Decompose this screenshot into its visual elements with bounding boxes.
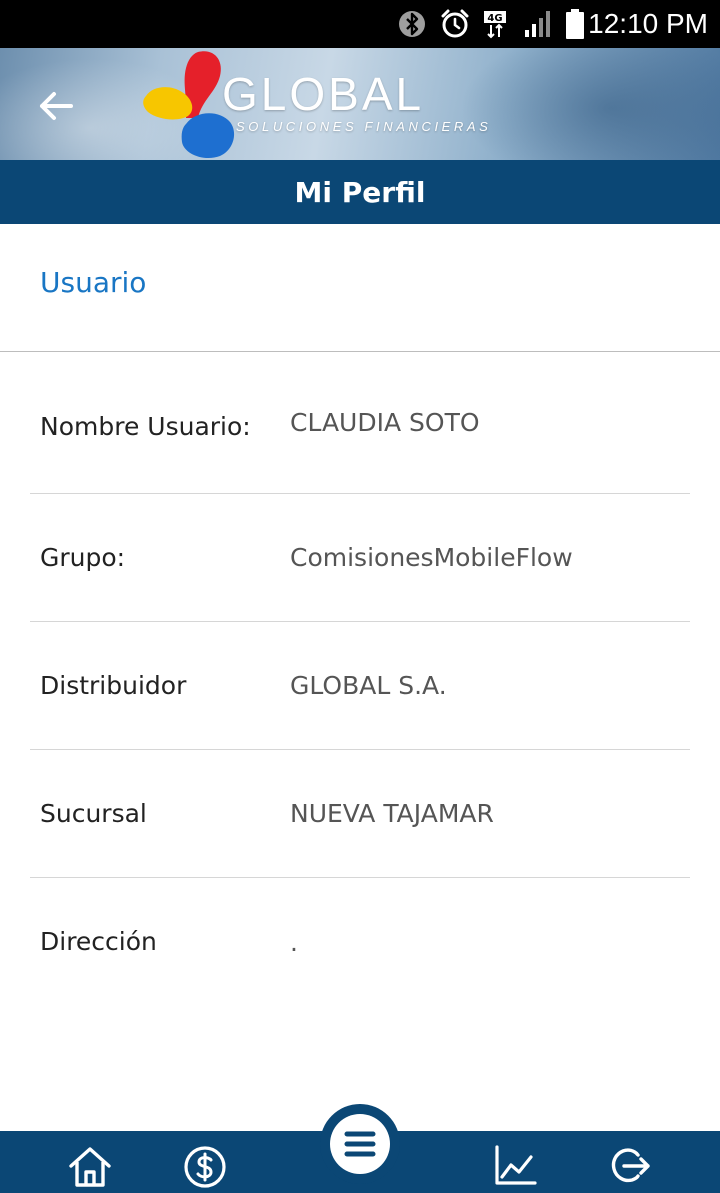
network-4g-icon: 4G <box>484 8 510 40</box>
row-label: Sucursal <box>40 798 147 828</box>
status-bar: 4G 12:10 PM <box>0 0 720 48</box>
section-header: Usuario <box>0 224 720 352</box>
row-value: CLAUDIA SOTO <box>290 408 480 437</box>
section-label-usuario: Usuario <box>40 266 147 299</box>
logout-icon <box>611 1148 650 1183</box>
status-icons: 4G <box>398 8 584 40</box>
status-time: 12:10 PM <box>588 8 708 39</box>
logo-tagline: SOLUCIONES FINANCIERAS <box>236 119 492 134</box>
row-value: NUEVA TAJAMAR <box>290 799 494 828</box>
profile-row-sucursal: Sucursal NUEVA TAJAMAR <box>30 750 690 878</box>
profile-list: Nombre Usuario: CLAUDIA SOTO Grupo: Comi… <box>30 352 690 1006</box>
logo-wordmark: GLOBAL <box>222 68 425 120</box>
nav-chart-button[interactable] <box>485 1145 545 1193</box>
title-bar: Mi Perfil <box>0 160 720 224</box>
row-value: GLOBAL S.A. <box>290 671 447 700</box>
home-icon <box>69 1147 111 1187</box>
menu-fab-button[interactable] <box>320 1104 400 1184</box>
nav-dollar-button[interactable] <box>175 1145 235 1193</box>
arrow-left-icon <box>40 92 73 120</box>
row-label: Grupo: <box>40 542 126 572</box>
profile-row-direccion: Dirección . <box>30 878 690 1006</box>
signal-icon <box>524 8 552 40</box>
row-label: Nombre Usuario: <box>40 411 251 441</box>
row-label: Distribuidor <box>40 670 187 700</box>
profile-row-distribuidor: Distribuidor GLOBAL S.A. <box>30 622 690 750</box>
svg-text:4G: 4G <box>487 13 502 24</box>
profile-row-nombre-usuario: Nombre Usuario: CLAUDIA SOTO <box>30 352 690 494</box>
bluetooth-icon <box>398 8 426 40</box>
chart-icon <box>495 1145 537 1185</box>
nav-home-button[interactable] <box>60 1145 120 1193</box>
nav-logout-button[interactable] <box>600 1145 660 1193</box>
alarm-icon <box>440 8 470 40</box>
dollar-icon <box>184 1146 226 1188</box>
row-value: . <box>290 927 298 957</box>
battery-icon <box>566 8 584 40</box>
menu-fab-inner <box>330 1114 390 1174</box>
page-title: Mi Perfil <box>294 175 426 209</box>
back-button[interactable] <box>30 84 82 128</box>
menu-icon <box>344 1131 376 1157</box>
profile-row-grupo: Grupo: ComisionesMobileFlow <box>30 494 690 622</box>
row-label: Dirección <box>40 927 157 956</box>
row-value: ComisionesMobileFlow <box>290 543 573 572</box>
